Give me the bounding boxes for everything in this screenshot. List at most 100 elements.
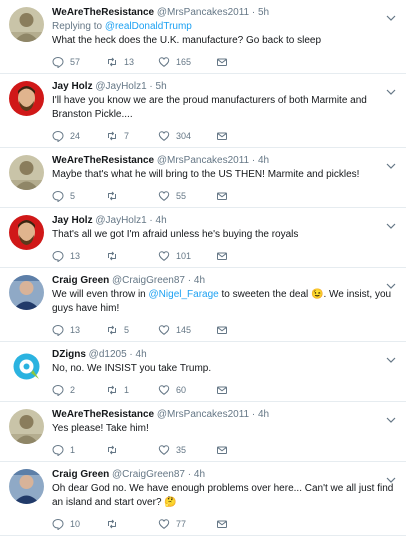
display-name[interactable]: Jay Holz [52, 215, 93, 226]
timestamp[interactable]: 4h [136, 349, 147, 360]
display-name[interactable]: Jay Holz [52, 81, 93, 92]
timestamp[interactable]: 4h [258, 409, 269, 420]
dzigns-avatar[interactable] [9, 349, 44, 384]
tweet[interactable]: WeAreTheResistance @MrsPancakes2011 · 5h… [0, 0, 406, 74]
tweet[interactable]: DZigns @d1205 · 4h No, no. We INSIST you … [0, 342, 406, 402]
direct-message-button[interactable] [216, 129, 228, 143]
timestamp[interactable]: 5h [156, 81, 167, 92]
retweet-button[interactable]: 13 [106, 55, 134, 69]
reply-button[interactable]: 13 [52, 249, 80, 263]
envelope-icon [216, 384, 228, 396]
retweet-button[interactable]: 1 [106, 383, 129, 397]
reply-button[interactable]: 57 [52, 55, 80, 69]
timestamp[interactable]: 5h [258, 7, 269, 18]
chevron-down-icon[interactable] [386, 156, 396, 169]
tweet[interactable]: Jay Holz @JayHolz1 · 5h I'll have you kno… [0, 74, 406, 148]
timestamp[interactable]: 4h [194, 469, 205, 480]
retweet-button[interactable]: 5 [106, 323, 129, 337]
chevron-down-icon[interactable] [386, 350, 396, 363]
user-handle[interactable]: @MrsPancakes2011 [157, 409, 249, 420]
wearetheresistance-avatar[interactable] [9, 155, 44, 190]
tweet-text: We will even throw in @Nigel_Farage to s… [52, 288, 396, 316]
direct-message-button[interactable] [216, 323, 228, 337]
wearetheresistance-avatar[interactable] [9, 409, 44, 444]
direct-message-button[interactable] [216, 189, 228, 203]
user-handle[interactable]: @MrsPancakes2011 [157, 155, 249, 166]
timestamp[interactable]: 4h [156, 215, 167, 226]
display-name[interactable]: WeAreTheResistance [52, 7, 154, 18]
reply-icon [52, 384, 64, 396]
user-handle[interactable]: @CraigGreen87 [112, 469, 185, 480]
retweet-count: 7 [124, 131, 130, 141]
mention-link[interactable]: @Nigel_Farage [149, 289, 219, 300]
wearetheresistance-avatar[interactable] [9, 7, 44, 42]
chevron-down-icon[interactable] [386, 410, 396, 423]
tweet-header: WeAreTheResistance @MrsPancakes2011 · 4h [52, 154, 396, 167]
craiggreen-avatar[interactable] [9, 469, 44, 504]
reply-button[interactable]: 13 [52, 323, 80, 337]
display-name[interactable]: DZigns [52, 349, 86, 360]
reply-button[interactable]: 1 [52, 443, 75, 457]
user-handle[interactable]: @JayHolz1 [95, 81, 146, 92]
display-name[interactable]: WeAreTheResistance [52, 155, 154, 166]
direct-message-button[interactable] [216, 55, 228, 69]
retweet-button[interactable] [106, 189, 118, 203]
retweet-icon [106, 518, 118, 530]
retweet-button[interactable] [106, 443, 118, 457]
tweet-text: What the heck does the U.K. manufacture?… [52, 34, 396, 48]
like-button[interactable]: 35 [158, 443, 186, 457]
jayholz-avatar[interactable] [9, 81, 44, 116]
chevron-down-icon[interactable] [386, 8, 396, 21]
craiggreen-avatar[interactable] [9, 275, 44, 310]
tweet[interactable]: Jay Holz @JayHolz1 · 4h That's all we got… [0, 208, 406, 268]
heart-icon [158, 518, 170, 530]
chevron-down-icon[interactable] [386, 216, 396, 229]
reply-button[interactable]: 24 [52, 129, 80, 143]
like-button[interactable]: 145 [158, 323, 191, 337]
like-button[interactable]: 304 [158, 129, 191, 143]
user-handle[interactable]: @CraigGreen87 [112, 275, 185, 286]
like-button[interactable]: 101 [158, 249, 191, 263]
reply-icon [52, 250, 64, 262]
chevron-down-icon[interactable] [386, 82, 396, 95]
timestamp[interactable]: 4h [194, 275, 205, 286]
timestamp[interactable]: 4h [258, 155, 269, 166]
user-handle[interactable]: @d1205 [89, 349, 127, 360]
retweet-button[interactable]: 7 [106, 129, 129, 143]
display-name[interactable]: Craig Green [52, 275, 109, 286]
jayholz-avatar[interactable] [9, 215, 44, 250]
like-count: 145 [176, 325, 192, 335]
separator-dot: · [249, 7, 258, 18]
replying-to: Replying to @realDonaldTrump [52, 20, 396, 33]
like-button[interactable]: 55 [158, 189, 186, 203]
like-button[interactable]: 165 [158, 55, 191, 69]
direct-message-button[interactable] [216, 249, 228, 263]
retweet-icon [106, 250, 118, 262]
like-button[interactable]: 77 [158, 517, 186, 531]
retweet-button[interactable] [106, 517, 118, 531]
direct-message-button[interactable] [216, 383, 228, 397]
reply-count: 13 [70, 325, 81, 335]
tweet[interactable]: WeAreTheResistance @MrsPancakes2011 · 4h… [0, 402, 406, 462]
reply-icon [52, 444, 64, 456]
direct-message-button[interactable] [216, 443, 228, 457]
reply-button[interactable]: 10 [52, 517, 80, 531]
tweet-header: Jay Holz @JayHolz1 · 4h [52, 214, 396, 227]
tweet[interactable]: WeAreTheResistance @MrsPancakes2011 · 4h… [0, 148, 406, 208]
replying-to-link[interactable]: @realDonaldTrump [105, 21, 192, 32]
reply-button[interactable]: 2 [52, 383, 75, 397]
chevron-down-icon[interactable] [386, 276, 396, 289]
reply-count: 13 [70, 251, 81, 261]
user-handle[interactable]: @MrsPancakes2011 [157, 7, 249, 18]
tweet[interactable]: Craig Green @CraigGreen87 · 4h We will ev… [0, 268, 406, 342]
retweet-button[interactable] [106, 249, 118, 263]
like-button[interactable]: 60 [158, 383, 186, 397]
reply-button[interactable]: 5 [52, 189, 75, 203]
direct-message-button[interactable] [216, 517, 228, 531]
heart-icon [158, 384, 170, 396]
display-name[interactable]: Craig Green [52, 469, 109, 480]
tweet[interactable]: Craig Green @CraigGreen87 · 4h Oh dear Go… [0, 462, 406, 536]
chevron-down-icon[interactable] [386, 470, 396, 483]
display-name[interactable]: WeAreTheResistance [52, 409, 154, 420]
user-handle[interactable]: @JayHolz1 [95, 215, 146, 226]
